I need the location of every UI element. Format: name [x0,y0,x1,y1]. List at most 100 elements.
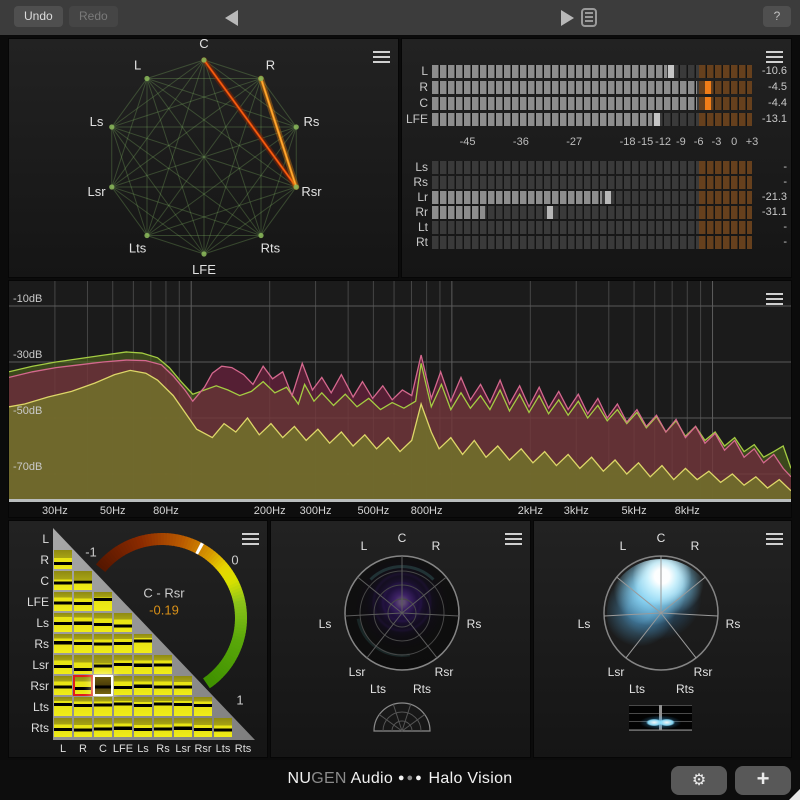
matrix-cell[interactable] [114,655,132,674]
matrix-cell[interactable] [74,655,92,674]
radar-label-lts: Lts [370,682,386,696]
menu-icon[interactable] [766,51,783,63]
db-axis-label: -50dB [13,405,42,417]
matrix-cell[interactable] [134,697,152,716]
radar-label-rts: Rts [413,682,431,696]
matrix-cell[interactable] [114,634,132,653]
matrix-cell[interactable] [54,634,72,653]
web-channel-label: C [199,39,208,51]
menu-icon[interactable] [505,533,522,545]
resize-grip[interactable] [789,789,800,800]
matrix-cell[interactable] [54,550,72,569]
matrix-cell[interactable] [74,697,92,716]
matrix-cell[interactable] [134,634,152,653]
matrix-cell[interactable] [74,571,92,590]
matrix-cell[interactable] [114,613,132,632]
matrix-cell[interactable] [74,676,92,695]
matrix-cell[interactable] [174,718,192,737]
matrix-cell[interactable] [74,613,92,632]
matrix-cell[interactable] [54,718,72,737]
matrix-cell[interactable] [154,718,172,737]
menu-icon[interactable] [242,533,259,545]
gauge-value: -0.19 [149,603,179,618]
undo-button[interactable]: Undo [14,6,63,27]
matrix-cell[interactable] [74,718,92,737]
surround-radar-panel: C L R Ls Rs Lsr Rsr Lts Rts [270,520,531,758]
matrix-cell[interactable] [54,613,72,632]
freq-axis-label: 30Hz [42,505,68,517]
matrix-cell[interactable] [154,697,172,716]
brand-nu: NU [287,770,311,787]
matrix-cell[interactable] [94,676,112,695]
web-channel-label: Ls [90,114,104,129]
matrix-cell[interactable] [114,697,132,716]
db-axis-label: -30dB [13,349,42,361]
meter-bar [432,176,752,189]
web-channel-label: LFE [192,262,216,277]
surround-density-panel: C L R Ls Rs Lsr Rsr Lts Rts [533,520,792,758]
density-label-l: L [620,539,627,553]
matrix-cell[interactable] [114,676,132,695]
menu-icon[interactable] [766,533,783,545]
matrix-cell[interactable] [54,676,72,695]
freq-axis-label: 300Hz [300,505,332,517]
matrix-cell[interactable] [114,718,132,737]
bottom-bar: NUGEN Audio ●●● Halo Vision ⚙ + [0,760,800,800]
meter-bar [432,65,752,78]
matrix-row-label: Lts [9,700,49,714]
matrix-row-label: Ls [9,616,49,630]
matrix-cell[interactable] [194,697,212,716]
matrix-cell[interactable] [54,571,72,590]
matrix-cell[interactable] [54,592,72,611]
matrix-cell[interactable] [94,592,112,611]
gear-icon: ⚙ [692,772,706,789]
redo-button[interactable]: Redo [69,6,118,27]
matrix-row-label: LFE [9,595,49,609]
meter-row: Rr-31.1 [402,206,791,219]
height-channel-display [629,705,692,731]
menu-icon[interactable] [766,293,783,305]
log-icon[interactable] [581,8,597,27]
add-button[interactable]: + [735,766,791,795]
help-button[interactable]: ? [763,6,791,27]
matrix-cell[interactable] [154,676,172,695]
matrix-col-label: C [92,743,114,755]
matrix-row-label: Rsr [9,679,49,693]
density-label-lts: Lts [629,682,645,696]
matrix-cell[interactable] [94,634,112,653]
matrix-cell[interactable] [94,613,112,632]
matrix-cell[interactable] [174,676,192,695]
matrix-cell[interactable] [94,718,112,737]
meter-row: Ls- [402,161,791,174]
meter-scale-label: -45 [460,136,476,148]
matrix-col-label: Ls [132,743,154,755]
matrix-cell[interactable] [154,655,172,674]
matrix-cell[interactable] [134,676,152,695]
meter-scale-label: -36 [513,136,529,148]
matrix-cell[interactable] [214,718,232,737]
db-axis-label: -10dB [13,293,42,305]
skip-back-icon[interactable] [225,10,238,26]
brand-product: Halo Vision [429,770,513,787]
matrix-cell[interactable] [134,655,152,674]
settings-button[interactable]: ⚙ [671,766,727,795]
matrix-cell[interactable] [54,655,72,674]
radar-label-rs: Rs [467,617,482,631]
meter-scale-label: -6 [694,136,704,148]
toolbar: Undo Redo ? [0,0,800,36]
matrix-cell[interactable] [94,697,112,716]
play-icon[interactable] [561,10,574,26]
density-label-r: R [691,539,700,553]
matrix-row-label: C [9,574,49,588]
matrix-cell[interactable] [174,697,192,716]
channel-web-panel: CRRsRsrRtsLFELtsLsrLsL [8,38,399,278]
matrix-cell[interactable] [134,718,152,737]
matrix-cell[interactable] [74,592,92,611]
meter-bar [432,97,752,110]
menu-icon[interactable] [373,51,390,63]
matrix-cell[interactable] [194,718,212,737]
matrix-cell[interactable] [54,697,72,716]
matrix-cell[interactable] [94,655,112,674]
matrix-cell[interactable] [74,634,92,653]
meter-row: Lr-21.3 [402,191,791,204]
